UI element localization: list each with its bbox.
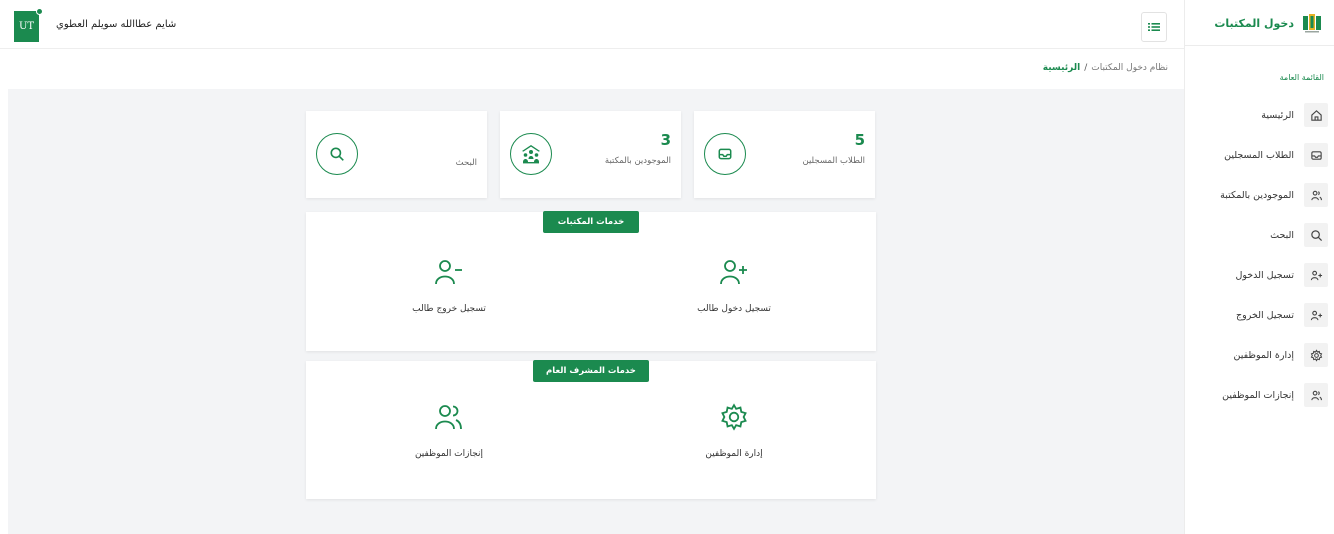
supervisor-services-panel: خدمات المشرف العام إدارة الموظفين إنجازا… [306, 360, 876, 499]
sidebar-item-check-in[interactable]: تسجيل الدخول [1184, 255, 1334, 295]
breadcrumb: نظام دخول المكتبات/الرئيسية [1043, 63, 1168, 73]
manage-staff-label: إدارة الموظفين [705, 449, 763, 459]
user-plus-icon [1304, 303, 1328, 327]
stat-card-registered[interactable]: 5 الطلاب المسجلين [694, 111, 875, 198]
avatar[interactable]: UT [14, 11, 39, 42]
stat-label: البحث [455, 158, 477, 168]
search-icon [1304, 223, 1328, 247]
inbox-icon [1304, 143, 1328, 167]
breadcrumb-bar: نظام دخول المكتبات/الرئيسية [0, 50, 1184, 88]
check-in-student-label: تسجيل دخول طالب [697, 304, 771, 314]
menu-toggle-button[interactable] [1141, 12, 1167, 42]
users-icon [1304, 383, 1328, 407]
stat-card-present[interactable]: 3 الموجودين بالمكتبة [500, 111, 681, 198]
home-icon [1304, 103, 1328, 127]
sidebar-item-label: البحث [1270, 229, 1294, 241]
sidebar: دخول المكتبات القائمة العامة الرئيسية ال… [1184, 0, 1334, 534]
staff-achievements-label: إنجازات الموظفين [414, 449, 484, 459]
sidebar-item-staff-achievements[interactable]: إنجازات الموظفين [1184, 375, 1334, 415]
reading-people-icon [510, 133, 552, 175]
user-plus-icon [716, 254, 752, 290]
sidebar-item-home[interactable]: الرئيسية [1184, 95, 1334, 135]
brand-name: دخول المكتبات [1214, 17, 1294, 30]
supervisor-services-title: خدمات المشرف العام [533, 360, 649, 382]
check-out-student-button[interactable]: تسجيل خروج طالب [369, 254, 529, 314]
sidebar-item-present[interactable]: الموجودين بالمكتبة [1184, 175, 1334, 215]
stat-card-search[interactable]: البحث [306, 111, 487, 198]
list-icon [1148, 23, 1160, 31]
library-services-panel: خدمات المكتبات تسجيل دخول طالب تسجيل خرو… [306, 211, 876, 351]
users-icon [431, 399, 467, 435]
inbox-icon [704, 133, 746, 175]
stat-value: 3 [660, 131, 671, 149]
gear-icon [1304, 343, 1328, 367]
users-icon [1304, 183, 1328, 207]
user-plus-icon [1304, 263, 1328, 287]
sidebar-item-label: الرئيسية [1261, 109, 1294, 121]
breadcrumb-current: الرئيسية [1042, 63, 1081, 73]
staff-achievements-button[interactable]: إنجازات الموظفين [369, 399, 529, 459]
sidebar-item-label: الطلاب المسجلين [1224, 149, 1294, 161]
sidebar-item-search[interactable]: البحث [1184, 215, 1334, 255]
stat-value: 5 [854, 131, 865, 149]
search-icon [316, 133, 358, 175]
check-in-student-button[interactable]: تسجيل دخول طالب [654, 254, 814, 314]
breadcrumb-root[interactable]: نظام دخول المكتبات [1091, 63, 1168, 73]
avatar-initials: UT [18, 21, 35, 32]
sidebar-nav: الرئيسية الطلاب المسجلين الموجودين بالمك… [1184, 95, 1334, 415]
stat-label: الطلاب المسجلين [802, 156, 865, 166]
sidebar-item-label: إنجازات الموظفين [1222, 389, 1294, 401]
user-minus-icon [431, 254, 467, 290]
sidebar-item-registered-students[interactable]: الطلاب المسجلين [1184, 135, 1334, 175]
library-logo-icon [1303, 14, 1321, 33]
sidebar-item-check-out[interactable]: تسجيل الخروج [1184, 295, 1334, 335]
stat-label: الموجودين بالمكتبة [604, 156, 671, 166]
sidebar-item-manage-staff[interactable]: إدارة الموظفين [1184, 335, 1334, 375]
sidebar-item-label: تسجيل الدخول [1235, 269, 1294, 281]
sidebar-item-label: إدارة الموظفين [1233, 349, 1295, 361]
top-header: UT شايم عطاالله سويلم العطوي [0, 0, 1184, 49]
gear-icon [716, 399, 752, 435]
library-services-title: خدمات المكتبات [543, 211, 639, 233]
user-name[interactable]: شايم عطاالله سويلم العطوي [56, 19, 176, 30]
sidebar-section-title: القائمة العامة [1279, 73, 1324, 82]
check-out-student-label: تسجيل خروج طالب [412, 304, 486, 314]
brand[interactable]: دخول المكتبات [1184, 0, 1334, 46]
sidebar-item-label: الموجودين بالمكتبة [1220, 189, 1294, 201]
online-status-dot [36, 8, 43, 15]
breadcrumb-separator: / [1084, 63, 1088, 73]
sidebar-item-label: تسجيل الخروج [1236, 309, 1294, 321]
manage-staff-button[interactable]: إدارة الموظفين [654, 399, 814, 459]
